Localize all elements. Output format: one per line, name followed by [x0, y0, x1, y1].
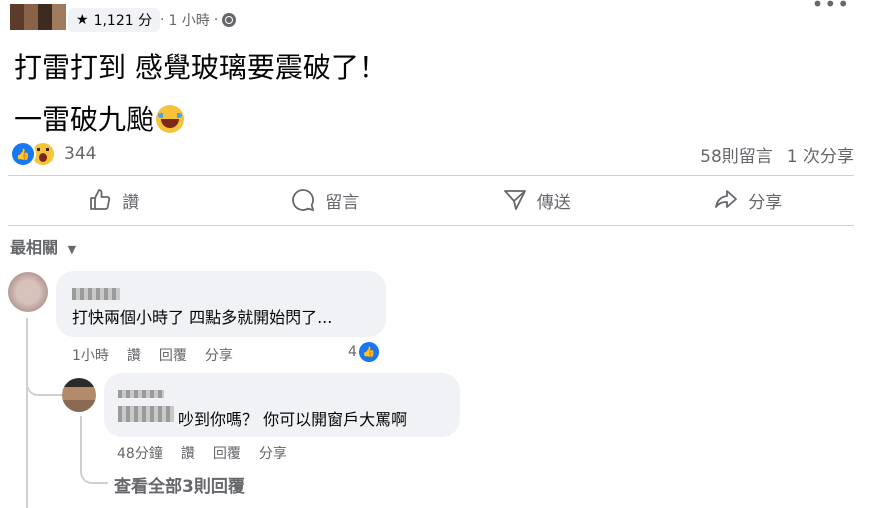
view-all-replies-link[interactable]: 查看全部3則回覆: [114, 472, 245, 497]
comment-count[interactable]: 58則留言: [700, 142, 773, 167]
share-button-label: 分享: [748, 192, 783, 213]
reaction-summary[interactable]: 👍 344: [10, 141, 96, 167]
comment-actions: 1小時 讚 回覆 分享: [72, 345, 233, 365]
replier-avatar[interactable]: [62, 378, 96, 412]
comment-text: 打快兩個小時了 四點多就開始閃了...: [72, 308, 333, 327]
reply-thread-line: [80, 416, 82, 468]
post-time[interactable]: 1 小時: [168, 10, 209, 30]
send-icon: [503, 190, 526, 210]
view-replies-connector: [80, 466, 108, 484]
thumbs-up-icon: [90, 189, 111, 210]
share-arrow-icon: [715, 190, 738, 208]
reaction-count: 344: [64, 144, 97, 164]
sort-label: 最相關: [10, 238, 59, 257]
like-button[interactable]: 讚: [8, 176, 220, 224]
comment-bubble-icon: [292, 189, 315, 212]
reply-connector: [26, 378, 66, 396]
like-button-label: 讚: [122, 192, 140, 213]
comment-button[interactable]: 留言: [220, 176, 432, 224]
reply-text: 吵到你嗎？ 你可以開窗戶大罵啊: [178, 410, 408, 429]
action-bar: 讚 留言 傳送 分享: [8, 176, 854, 224]
comment-button-label: 留言: [325, 192, 360, 213]
comment-reply-link[interactable]: 回覆: [159, 345, 187, 365]
post-text-line-1: 打雷打到 感覺玻璃要震破了！: [14, 51, 387, 84]
score-text: 1,121 分: [93, 13, 153, 29]
reply-time[interactable]: 48分鐘: [117, 443, 163, 463]
reply-like-link[interactable]: 讚: [181, 443, 195, 463]
comment-like-link[interactable]: 讚: [127, 345, 141, 365]
comment-bubble: 打快兩個小時了 四點多就開始閃了...: [56, 271, 386, 337]
send-button[interactable]: 傳送: [431, 176, 643, 224]
post-meta: · 1 小時 ·: [160, 10, 237, 30]
more-options-icon[interactable]: •••: [812, 0, 850, 16]
comment-like-count-value: 4: [348, 344, 357, 360]
commenter-avatar[interactable]: [8, 272, 48, 312]
post-text-line-2-text: 一雷破九颱: [14, 103, 155, 136]
post-stats: 58則留言 1 次分享: [700, 142, 854, 167]
author-avatar[interactable]: [10, 4, 66, 30]
share-count[interactable]: 1 次分享: [787, 142, 854, 167]
post-text-line-2: 一雷破九颱: [14, 98, 185, 138]
reply-bubble: 吵到你嗎？ 你可以開窗戶大罵啊: [104, 373, 460, 437]
commenter-name[interactable]: [72, 288, 120, 300]
send-button-label: 傳送: [536, 192, 571, 213]
tears-of-joy-emoji-icon: [156, 105, 185, 133]
replier-name[interactable]: [118, 390, 164, 398]
reply-reply-link[interactable]: 回覆: [213, 443, 241, 463]
meta-separator: ·: [160, 12, 165, 28]
globe-icon: [222, 13, 237, 27]
comment-time[interactable]: 1小時: [72, 345, 109, 365]
caret-down-icon: ▼: [67, 243, 77, 256]
comment-sort-dropdown[interactable]: 最相關 ▼: [10, 234, 76, 258]
like-icon: 👍: [358, 342, 379, 362]
like-icon: 👍: [10, 141, 36, 167]
comment-like-count[interactable]: 4 👍: [348, 342, 379, 362]
meta-separator-2: ·: [213, 12, 219, 28]
star-icon: ★: [76, 12, 89, 28]
reply-share-link[interactable]: 分享: [259, 443, 287, 463]
reply-actions: 48分鐘 讚 回覆 分享: [117, 443, 287, 463]
share-button[interactable]: 分享: [643, 176, 855, 224]
score-badge: ★ 1,121 分: [68, 8, 161, 32]
thread-line: [26, 318, 28, 508]
comment-share-link[interactable]: 分享: [205, 345, 233, 365]
divider-2: [8, 225, 854, 226]
replier-mention[interactable]: [118, 406, 174, 422]
